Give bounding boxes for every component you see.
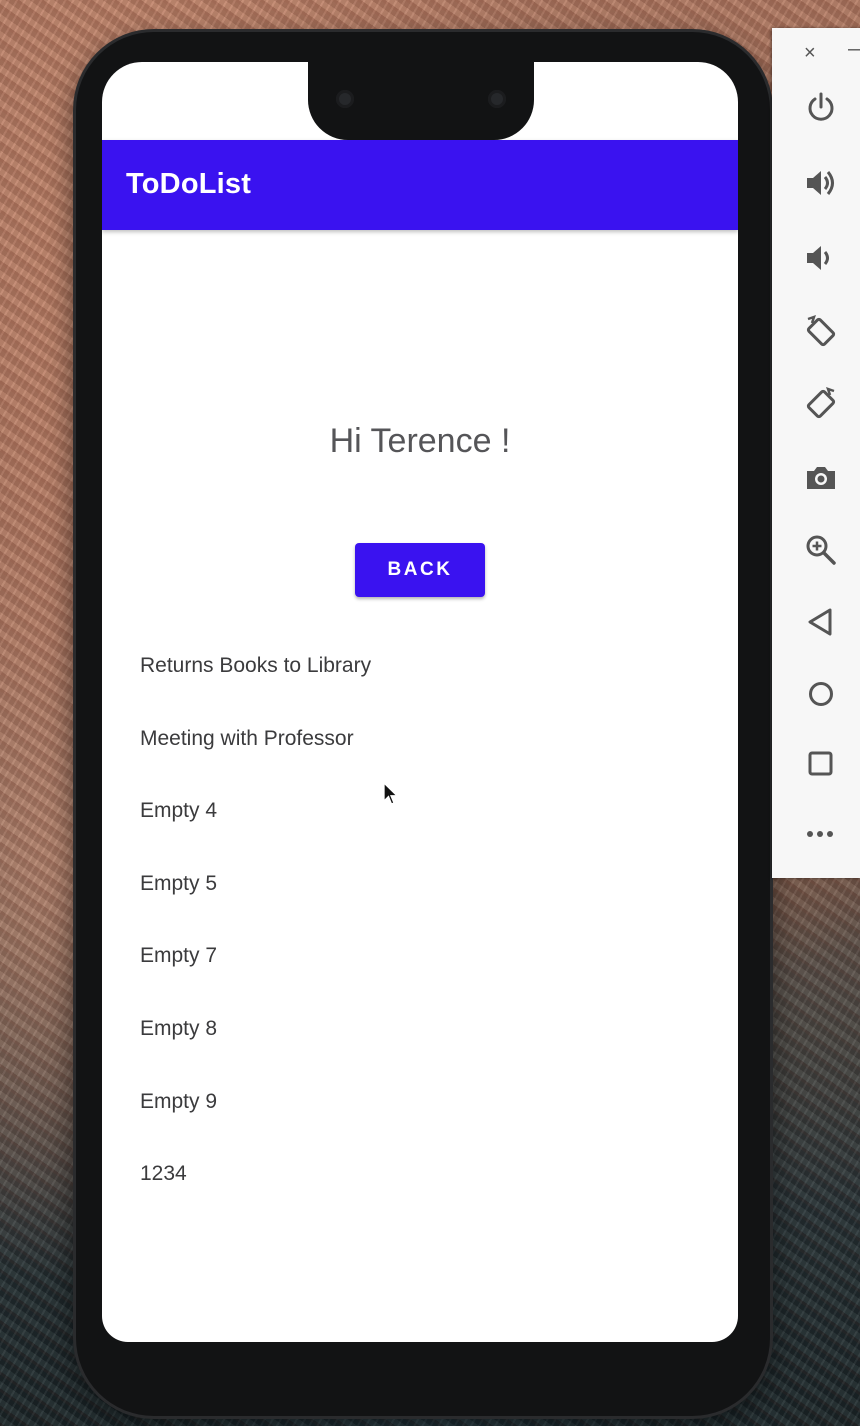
camera-icon bbox=[807, 467, 835, 489]
zoom-button[interactable] bbox=[772, 520, 860, 580]
close-icon[interactable]: × bbox=[804, 42, 816, 65]
back-icon bbox=[808, 608, 832, 636]
task-item[interactable]: Empty 4 bbox=[140, 793, 700, 866]
front-camera-icon bbox=[336, 90, 354, 108]
volume-down-icon bbox=[807, 246, 829, 270]
task-item[interactable]: Empty 9 bbox=[140, 1084, 700, 1157]
home-icon bbox=[809, 682, 833, 706]
rotate-right-button[interactable] bbox=[772, 374, 860, 434]
front-camera-icon bbox=[488, 90, 506, 108]
more-button[interactable] bbox=[772, 804, 860, 864]
rotate-left-icon bbox=[806, 315, 836, 347]
power-icon bbox=[808, 92, 834, 121]
task-list: Returns Books to Library Meeting with Pr… bbox=[140, 648, 700, 1229]
task-item[interactable]: Empty 8 bbox=[140, 1011, 700, 1084]
screenshot-button[interactable] bbox=[772, 448, 860, 508]
phone-frame: ToDoList Hi Terence ! BACK Returns Books… bbox=[76, 32, 770, 1416]
volume-up-icon bbox=[807, 171, 834, 195]
power-button[interactable] bbox=[772, 78, 860, 138]
desktop-background: ToDoList Hi Terence ! BACK Returns Books… bbox=[0, 0, 860, 1426]
app-title: ToDoList bbox=[126, 168, 252, 200]
volume-down-button[interactable] bbox=[772, 228, 860, 288]
task-item[interactable]: Empty 7 bbox=[140, 938, 700, 1011]
task-item[interactable]: Empty 5 bbox=[140, 866, 700, 939]
emulator-toolbar: × — bbox=[772, 28, 860, 878]
main-content: Hi Terence ! BACK Returns Books to Libra… bbox=[102, 230, 738, 1342]
task-item[interactable]: Returns Books to Library bbox=[140, 648, 700, 721]
minimize-icon[interactable]: — bbox=[848, 38, 860, 61]
zoom-icon bbox=[806, 535, 836, 565]
task-item[interactable]: Meeting with Professor bbox=[140, 721, 700, 794]
mouse-cursor-icon bbox=[383, 782, 399, 805]
volume-up-button[interactable] bbox=[772, 153, 860, 213]
more-icon bbox=[807, 831, 833, 837]
greeting-text: Hi Terence ! bbox=[329, 422, 511, 460]
rotate-right-icon bbox=[806, 387, 836, 419]
app-bar: ToDoList bbox=[102, 140, 738, 230]
display-notch bbox=[308, 62, 534, 140]
rotate-left-button[interactable] bbox=[772, 302, 860, 362]
task-item[interactable]: 1234 bbox=[140, 1156, 700, 1229]
overview-nav-button[interactable] bbox=[772, 734, 860, 794]
back-nav-button[interactable] bbox=[772, 592, 860, 652]
overview-icon bbox=[808, 751, 833, 776]
phone-screen: ToDoList Hi Terence ! BACK Returns Books… bbox=[102, 62, 738, 1342]
home-nav-button[interactable] bbox=[772, 664, 860, 724]
back-button[interactable]: BACK bbox=[355, 543, 485, 597]
